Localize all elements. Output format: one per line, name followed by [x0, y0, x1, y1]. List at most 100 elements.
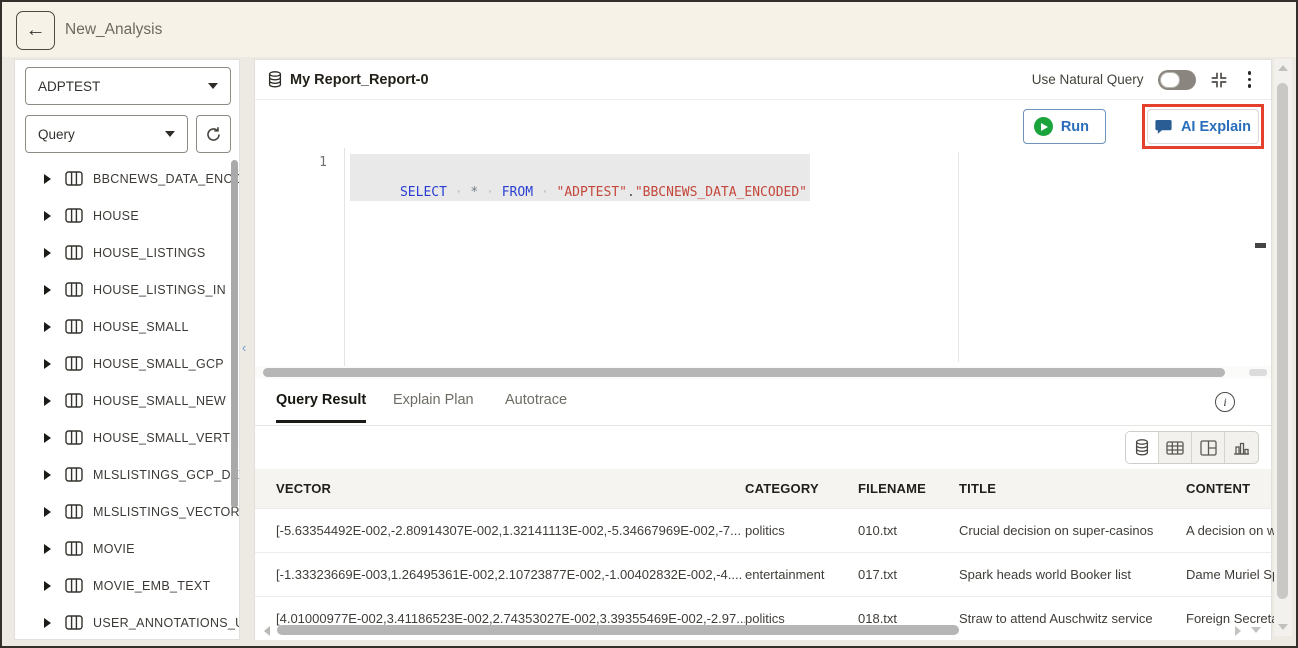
column-header-title[interactable]: TITLE	[959, 481, 1186, 496]
natural-query-toggle[interactable]	[1158, 70, 1196, 90]
tree-item-table[interactable]: USER_ANNOTATIONS_USA	[15, 604, 239, 641]
info-button[interactable]: i	[1215, 392, 1235, 412]
overflow-menu-button[interactable]	[1242, 69, 1258, 90]
expand-caret-icon[interactable]	[44, 248, 51, 258]
grid-horizontal-scrollbar[interactable]	[255, 623, 1271, 637]
database-icon	[268, 71, 282, 88]
expand-caret-icon[interactable]	[44, 285, 51, 295]
table-icon	[65, 467, 83, 482]
tree-item-table[interactable]: HOUSE_SMALL	[15, 308, 239, 345]
grid-header-row: VECTOR CATEGORY FILENAME TITLE CONTENT	[255, 469, 1271, 508]
ai-explain-button[interactable]: AI Explain	[1147, 109, 1259, 144]
table-icon	[65, 504, 83, 519]
view-raw-button[interactable]	[1126, 432, 1159, 463]
sql-token: ·	[447, 185, 470, 200]
table-row[interactable]: [-5.63354492E-002,-2.80914307E-002,1.321…	[255, 508, 1271, 552]
top-bar: ← New_Analysis	[2, 2, 1296, 57]
cell-vector: [-1.33323669E-003,1.26495361E-002,2.1072…	[276, 567, 745, 582]
tree-item-table[interactable]: HOUSE_SMALL_NEW	[15, 382, 239, 419]
natural-query-label: Use Natural Query	[1032, 72, 1144, 87]
editor-horizontal-scrollbar[interactable]	[255, 366, 1271, 379]
expand-caret-icon[interactable]	[44, 359, 51, 369]
expand-caret-icon[interactable]	[44, 618, 51, 628]
cell-filename: 010.txt	[858, 523, 959, 538]
line-number: 1	[255, 155, 327, 170]
scrollbar-thumb[interactable]	[277, 625, 959, 635]
view-chart-button[interactable]	[1225, 432, 1258, 463]
tree-item-table[interactable]: HOUSE	[15, 197, 239, 234]
table-name-label: HOUSE_LISTINGS_IN	[93, 283, 226, 297]
sql-token: FROM	[502, 185, 533, 200]
report-header: My Report_Report-0 Use Natural Query	[255, 60, 1271, 100]
object-type-select[interactable]: Query	[25, 115, 188, 153]
tree-item-table[interactable]: HOUSE_LISTINGS_IN	[15, 271, 239, 308]
ai-explain-label: AI Explain	[1181, 119, 1251, 135]
column-header-filename[interactable]: FILENAME	[858, 481, 959, 496]
expand-caret-icon[interactable]	[44, 470, 51, 480]
expand-caret-icon[interactable]	[44, 396, 51, 406]
table-icon	[65, 171, 83, 186]
result-view-switcher	[1125, 431, 1259, 464]
tree-item-table[interactable]: HOUSE_SMALL_GCP	[15, 345, 239, 382]
object-type-value: Query	[38, 127, 75, 142]
page-vertical-scrollbar[interactable]	[1274, 59, 1292, 636]
expand-caret-icon[interactable]	[44, 507, 51, 517]
expand-caret-icon[interactable]	[44, 211, 51, 221]
results-tab[interactable]: Autotrace	[505, 392, 567, 420]
panel-splitter-handle[interactable]: ‹	[242, 340, 246, 355]
table-name-label: BBCNEWS_DATA_ENCODE	[93, 172, 239, 186]
collapse-icon	[1210, 71, 1228, 89]
gutter-divider	[344, 148, 345, 366]
tree-item-table[interactable]: MLSLISTINGS_GCP_DEMO	[15, 456, 239, 493]
scrollbar-thumb[interactable]	[1277, 83, 1288, 599]
scroll-down-icon[interactable]	[1251, 627, 1261, 633]
tree-item-table[interactable]: MLSLISTINGS_VECTOR	[15, 493, 239, 530]
sql-statement[interactable]: SELECT · * · FROM · "ADPTEST"."BBCNEWS_D…	[350, 154, 810, 201]
scroll-up-icon[interactable]	[1278, 65, 1288, 71]
run-label: Run	[1061, 119, 1089, 135]
tree-item-table[interactable]: HOUSE_SMALL_VERTEX_A	[15, 419, 239, 456]
table-icon	[65, 319, 83, 334]
sidebar-scrollbar[interactable]	[231, 160, 238, 508]
tree-item-table[interactable]: BBCNEWS_DATA_ENCODE	[15, 160, 239, 197]
column-header-category[interactable]: CATEGORY	[745, 481, 858, 496]
expand-caret-icon[interactable]	[44, 433, 51, 443]
scroll-down-icon[interactable]	[1278, 624, 1288, 630]
expand-caret-icon[interactable]	[44, 581, 51, 591]
table-name-label: MLSLISTINGS_GCP_DEMO	[93, 468, 239, 482]
chevron-down-icon	[208, 83, 218, 89]
scrollbar-thumb[interactable]	[263, 368, 1225, 377]
table-name-label: HOUSE_SMALL_GCP	[93, 357, 224, 371]
tree-item-table[interactable]: HOUSE_LISTINGS	[15, 234, 239, 271]
table-icon	[65, 208, 83, 223]
table-row[interactable]: [-1.33323669E-003,1.26495361E-002,2.1072…	[255, 552, 1271, 596]
expand-caret-icon[interactable]	[44, 322, 51, 332]
column-header-vector[interactable]: VECTOR	[276, 481, 745, 496]
tree-item-table[interactable]: MOVIE_EMB_TEXT	[15, 567, 239, 604]
back-button[interactable]: ←	[16, 11, 55, 50]
sql-token: SELECT	[400, 185, 447, 200]
scroll-right-icon[interactable]	[1235, 626, 1241, 636]
results-tab[interactable]: Query Result	[276, 392, 366, 423]
chat-bubble-icon	[1155, 119, 1172, 135]
table-icon	[65, 356, 83, 371]
scroll-left-icon[interactable]	[264, 626, 270, 636]
sql-token: "ADPTEST"	[557, 185, 627, 200]
expand-caret-icon[interactable]	[44, 174, 51, 184]
worksheet-panel: My Report_Report-0 Use Natural Query Run	[254, 59, 1272, 640]
scrollbar-endcap	[1249, 369, 1267, 376]
editor-scrollbar-thumb[interactable]	[1255, 243, 1266, 248]
table-icon	[65, 282, 83, 297]
sql-token: ·	[478, 185, 501, 200]
view-table-button[interactable]	[1159, 432, 1192, 463]
schema-select[interactable]: ADPTEST	[25, 67, 231, 105]
expand-caret-icon[interactable]	[44, 544, 51, 554]
table-name-label: HOUSE	[93, 209, 139, 223]
run-button[interactable]: Run	[1023, 109, 1106, 144]
collapse-panel-button[interactable]	[1210, 71, 1228, 89]
view-layout-button[interactable]	[1192, 432, 1225, 463]
tree-item-table[interactable]: MOVIE	[15, 530, 239, 567]
results-tab[interactable]: Explain Plan	[393, 392, 474, 420]
sql-editor[interactable]: 1 SELECT · * · FROM · "ADPTEST"."BBCNEWS…	[255, 148, 1271, 366]
refresh-button[interactable]	[196, 115, 231, 153]
